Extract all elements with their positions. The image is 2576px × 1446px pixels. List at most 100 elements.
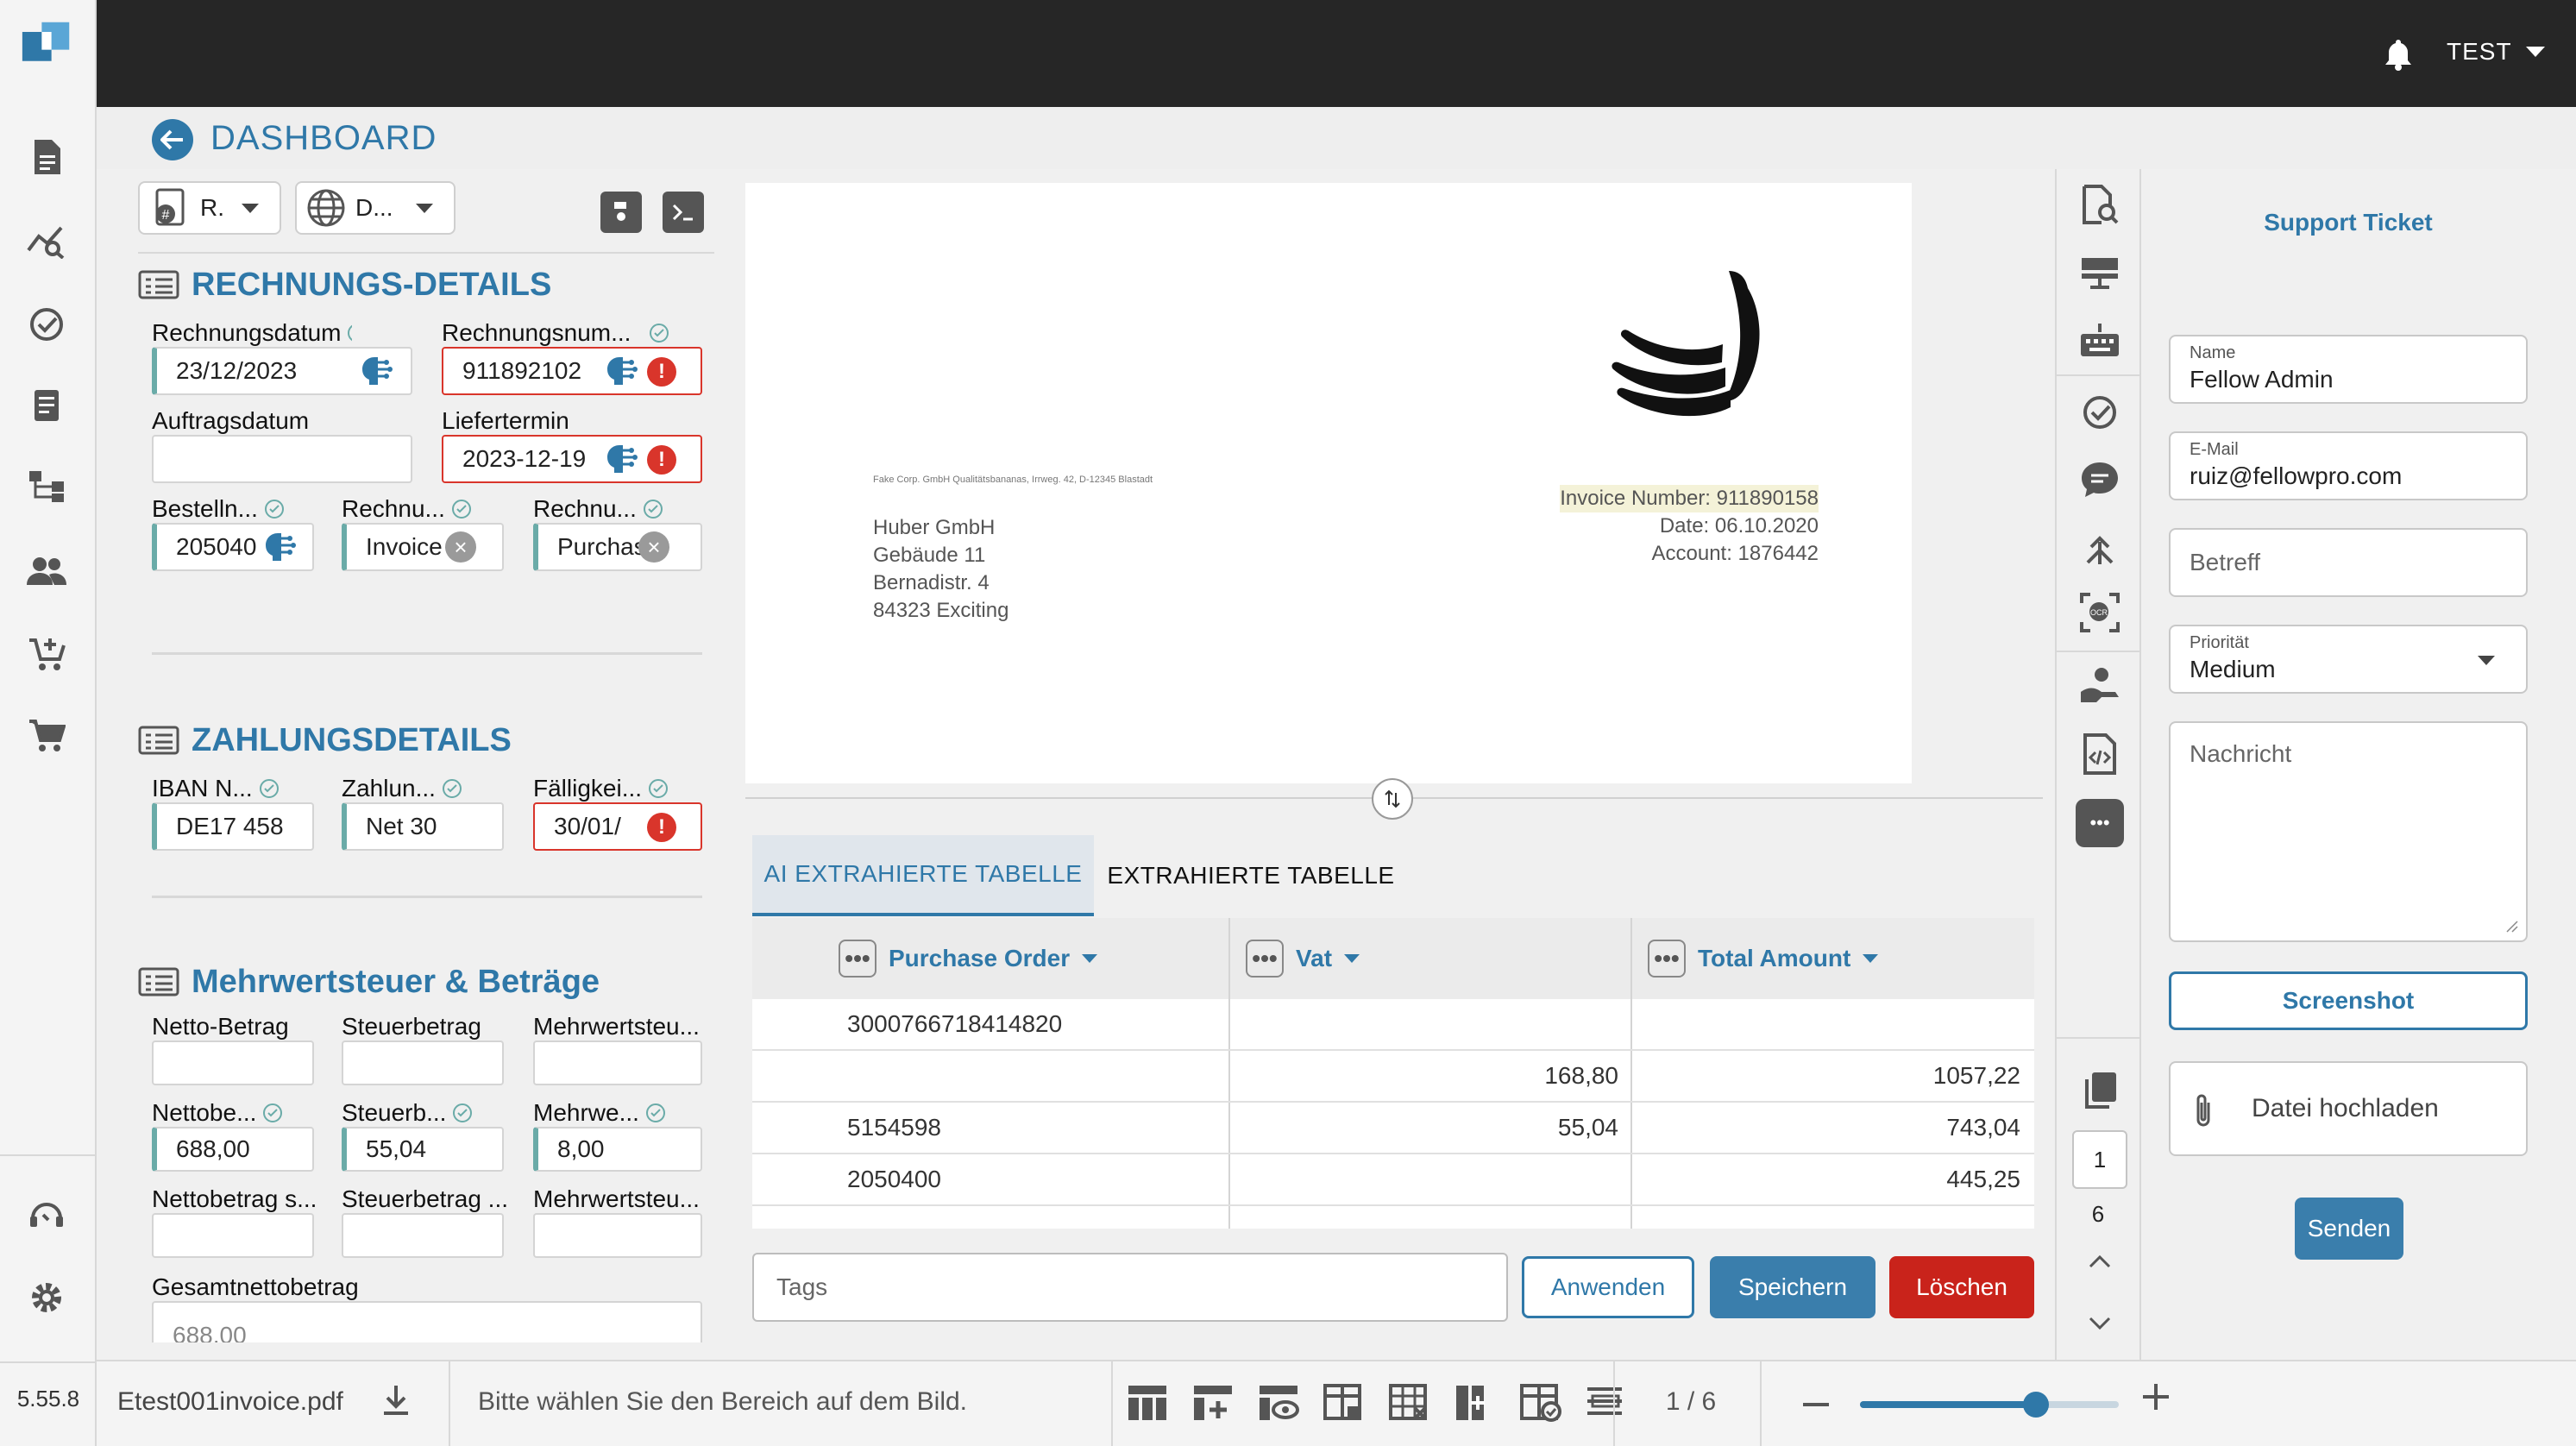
ocr-scan-icon[interactable]: OCR <box>2076 588 2124 637</box>
nettobetrag-field[interactable]: 688,00 <box>152 1127 314 1172</box>
download-icon[interactable] <box>381 1384 411 1417</box>
zoom-in-icon[interactable] <box>2143 1384 2169 1410</box>
table-lock-icon[interactable] <box>1323 1384 1365 1422</box>
table-cell[interactable]: 445,25 <box>1630 1154 2020 1204</box>
table-row[interactable]: 5154598 55,04 743,04 <box>752 1103 2034 1154</box>
save-icon[interactable] <box>600 192 642 233</box>
auftragsdatum-field[interactable] <box>152 435 412 483</box>
app-logo[interactable] <box>21 19 72 71</box>
steuerbetrag2-field[interactable]: 55,04 <box>342 1127 504 1172</box>
settings-gear-icon[interactable] <box>21 1272 72 1323</box>
zoom-out-icon[interactable] <box>1803 1403 1829 1406</box>
column-menu-icon[interactable]: ••• <box>1246 940 1284 978</box>
table-cell[interactable] <box>1228 1154 1618 1204</box>
ai-extract-brain-icon[interactable] <box>604 354 638 388</box>
monitor-icon[interactable] <box>2076 248 2124 297</box>
table-row[interactable]: 168,80 1057,22 <box>752 1051 2034 1103</box>
keyboard-icon[interactable] <box>2076 316 2124 364</box>
mehrwertsteuer2-field[interactable]: 8,00 <box>533 1127 702 1172</box>
document-preview[interactable]: Fake Corp. GmbH Qualitätsbananas, Irrweg… <box>745 183 1912 783</box>
table-cell[interactable] <box>1228 999 1618 1049</box>
merge-arrow-icon[interactable] <box>2076 523 2124 571</box>
language-select[interactable]: D... <box>295 181 456 235</box>
user-menu[interactable]: TEST <box>2447 38 2545 66</box>
check-circle-icon[interactable] <box>21 299 72 350</box>
tab-extracted-table[interactable]: EXTRAHIERTE TABELLE <box>1101 835 1401 916</box>
column-add-icon[interactable] <box>1454 1384 1496 1422</box>
table-icon[interactable] <box>1127 1384 1168 1422</box>
iban-field[interactable]: DE17 458 <box>152 802 314 851</box>
template-select[interactable]: # R. <box>138 181 281 235</box>
back-arrow-icon[interactable] <box>152 119 193 160</box>
more-options-icon[interactable]: ••• <box>2076 799 2124 847</box>
column-header-vat[interactable]: ••• Vat <box>1228 918 1360 999</box>
priority-select[interactable]: Priorität Medium <box>2169 625 2528 694</box>
users-icon[interactable] <box>21 545 72 597</box>
table-check-icon[interactable] <box>1520 1384 1561 1422</box>
delete-button[interactable]: Löschen <box>1889 1256 2034 1318</box>
clear-x-icon[interactable]: × <box>638 531 669 563</box>
nettobetrag-s-field[interactable] <box>152 1213 314 1258</box>
mehrwertsteuer-field[interactable] <box>533 1040 702 1085</box>
column-header-purchase-order[interactable]: ••• Purchase Order <box>821 918 1098 999</box>
cart-icon[interactable] <box>21 709 72 761</box>
chevron-up-icon[interactable] <box>2076 1237 2124 1286</box>
sort-chevron-icon[interactable] <box>1863 954 1879 963</box>
table-row[interactable]: 3000766718414820 <box>752 999 2034 1051</box>
ai-extract-brain-icon[interactable] <box>359 354 393 388</box>
rechnungstyp-field[interactable]: Invoice <box>342 523 504 571</box>
name-field[interactable]: Name Fellow Admin <box>2169 335 2528 404</box>
table-cell[interactable] <box>1630 999 2020 1049</box>
row-settings-icon[interactable] <box>1586 1384 1627 1422</box>
document-search-icon[interactable] <box>2076 181 2124 229</box>
support-icon[interactable] <box>21 1189 72 1241</box>
terminal-icon[interactable] <box>663 192 704 233</box>
table-remove-icon[interactable] <box>1389 1384 1430 1422</box>
column-menu-icon[interactable]: ••• <box>1648 940 1686 978</box>
column-menu-icon[interactable]: ••• <box>839 940 876 978</box>
table-cell[interactable]: 743,04 <box>1630 1103 2020 1153</box>
ai-extract-brain-icon[interactable] <box>262 530 297 564</box>
clear-x-icon[interactable]: × <box>445 531 476 563</box>
gesamtnettobetrag-field[interactable]: 688,00 <box>152 1301 702 1342</box>
zahlungsbedingung-field[interactable]: Net 30 <box>342 802 504 851</box>
apply-button[interactable]: Anwenden <box>1522 1256 1694 1318</box>
table-cell[interactable]: 55,04 <box>1228 1103 1618 1153</box>
email-field[interactable]: E-Mail ruiz@fellowpro.com <box>2169 431 2528 500</box>
analytics-icon[interactable] <box>21 216 72 267</box>
code-document-icon[interactable] <box>2076 730 2124 778</box>
tab-ai-extracted-table[interactable]: AI EXTRAHIERTE TABELLE <box>752 835 1094 916</box>
table-cell[interactable]: 1057,22 <box>1630 1051 2020 1101</box>
table-add-icon[interactable] <box>1192 1384 1234 1422</box>
zoom-slider-thumb[interactable] <box>2023 1392 2049 1418</box>
table-cell[interactable]: 168,80 <box>1228 1051 1618 1101</box>
tags-input[interactable]: Tags <box>752 1253 1508 1322</box>
document-icon[interactable] <box>21 131 72 183</box>
receipt-icon[interactable] <box>21 380 72 431</box>
chat-bubble-icon[interactable] <box>2076 456 2124 504</box>
sort-chevron-icon[interactable] <box>1344 954 1360 963</box>
message-textarea[interactable]: Nachricht <box>2169 721 2528 942</box>
steuerbetrag3-field[interactable] <box>342 1213 504 1258</box>
zoom-slider[interactable] <box>1860 1392 2119 1418</box>
table-cell[interactable]: 2050400 <box>847 1154 941 1204</box>
rechnungsart-field[interactable]: Purchase <box>533 523 702 571</box>
mehrwertsteuer3-field[interactable] <box>533 1213 702 1258</box>
ai-extract-brain-icon[interactable] <box>604 442 638 476</box>
file-upload-area[interactable]: Datei hochladen <box>2169 1061 2528 1156</box>
copy-pages-icon[interactable] <box>2076 1066 2124 1115</box>
steuerbetrag-field[interactable] <box>342 1040 504 1085</box>
resize-grip-icon[interactable] <box>2505 920 2519 934</box>
subject-field[interactable]: Betreff <box>2169 528 2528 597</box>
add-to-cart-icon[interactable] <box>21 628 72 680</box>
save-button[interactable]: Speichern <box>1710 1256 1875 1318</box>
resize-splitter-handle-icon[interactable] <box>1372 778 1413 820</box>
table-cell[interactable]: 3000766718414820 <box>847 999 1062 1049</box>
notifications-bell-icon[interactable] <box>2383 38 2414 71</box>
chevron-down-icon[interactable] <box>2076 1299 2124 1348</box>
send-button[interactable]: Senden <box>2295 1198 2403 1260</box>
hand-person-icon[interactable] <box>2076 661 2124 709</box>
column-header-total-amount[interactable]: ••• Total Amount <box>1630 918 1879 999</box>
sort-chevron-icon[interactable] <box>1082 954 1098 963</box>
table-preview-icon[interactable] <box>1258 1384 1299 1422</box>
